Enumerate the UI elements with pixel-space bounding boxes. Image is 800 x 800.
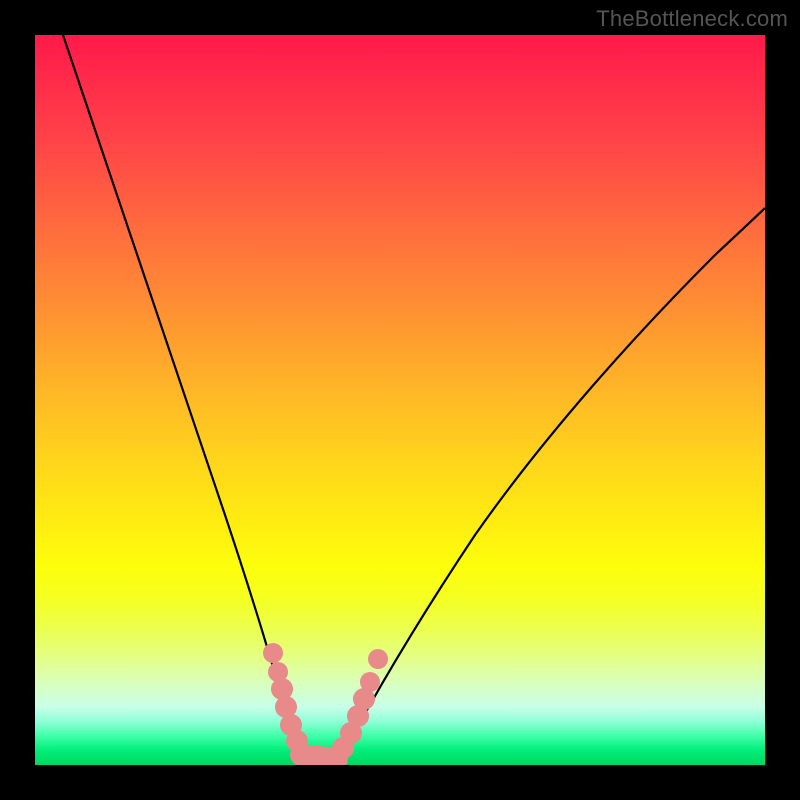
chart-plot-area (35, 35, 765, 765)
chart-svg (35, 35, 765, 765)
bottleneck-curve-right (319, 208, 765, 764)
watermark-text: TheBottleneck.com (596, 6, 788, 32)
chart-frame: TheBottleneck.com (0, 0, 800, 800)
valley-markers (263, 643, 388, 765)
